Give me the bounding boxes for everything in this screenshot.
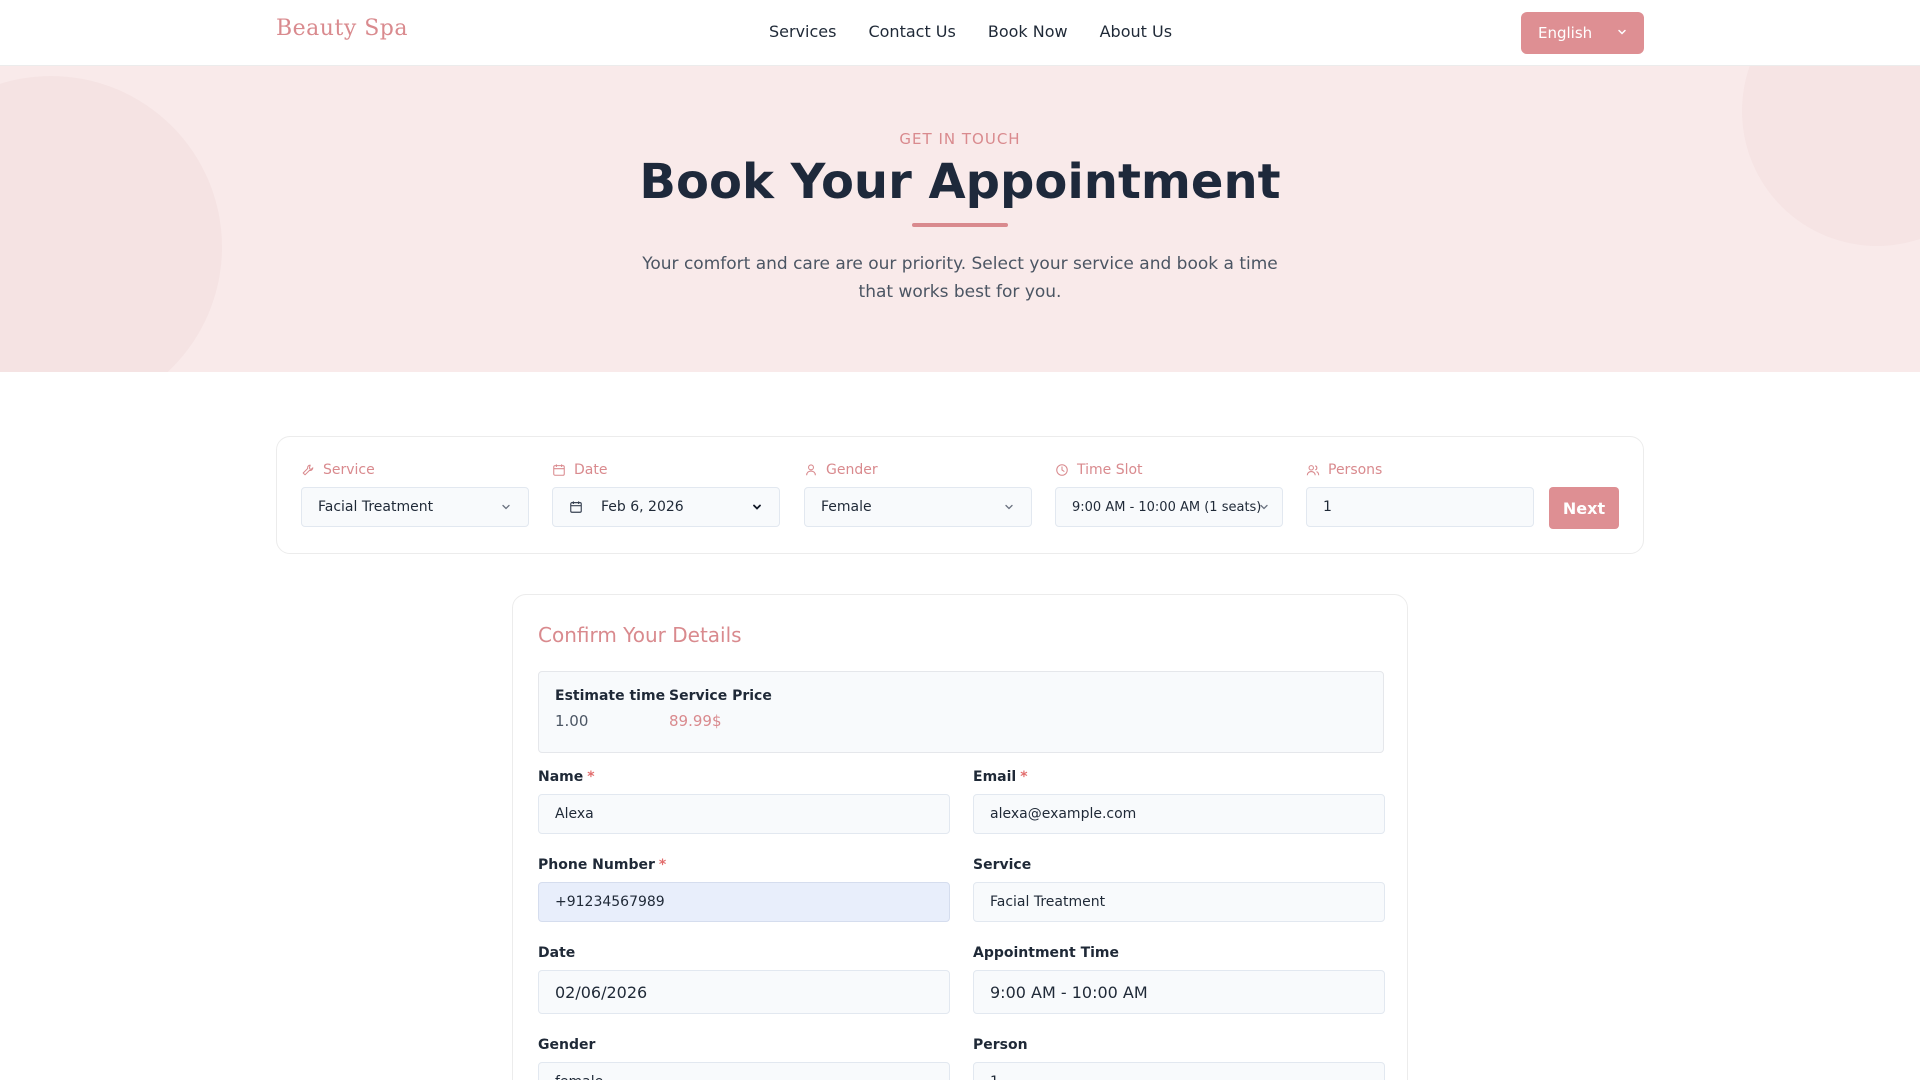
date-field: Date 02/06/2026 (538, 945, 950, 1014)
booking-gender-label: Gender (826, 462, 878, 478)
phone-input[interactable]: +91234567989 (538, 882, 950, 922)
chevron-down-icon (753, 504, 761, 510)
required-marker: * (587, 769, 595, 785)
language-label: English (1538, 24, 1593, 42)
wrench-icon (302, 464, 314, 476)
chevron-down-icon (1618, 29, 1626, 35)
booking-time-slot-label: Time Slot (1077, 462, 1143, 478)
gender-select[interactable]: Female (804, 487, 1032, 527)
persons-input[interactable]: 1 (1306, 487, 1534, 527)
nav-services[interactable]: Services (769, 22, 836, 41)
site-header: Beauty Spa Services Contact Us Book Now … (0, 0, 1920, 66)
service-price: Service Price 89.99$ (669, 688, 772, 730)
required-marker: * (1020, 769, 1028, 785)
language-select[interactable]: English (1521, 12, 1644, 54)
person-input[interactable]: 1 (973, 1062, 1385, 1080)
brand-logo[interactable]: Beauty Spa (276, 16, 408, 41)
appointment-time-field: Appointment Time 9:00 AM - 10:00 AM (973, 945, 1385, 1014)
booking-service-label: Service (323, 462, 375, 478)
required-marker: * (658, 857, 667, 873)
service-price-value: 89.99$ (669, 712, 722, 730)
appointment-time-input[interactable]: 9:00 AM - 10:00 AM (973, 970, 1385, 1014)
phone-field: Phone Number * +91234567989 (538, 857, 950, 922)
email-input[interactable]: alexa@example.com (973, 794, 1385, 834)
service-field: Service Facial Treatment (973, 857, 1385, 922)
date-picker[interactable]: Feb 6, 2026 (552, 487, 780, 527)
title-underline (912, 223, 1008, 227)
person-field: Person 1 (973, 1037, 1385, 1080)
main-nav: Services Contact Us Book Now About Us (769, 22, 1172, 41)
booking-date-label: Date (574, 462, 608, 478)
date-input[interactable]: 02/06/2026 (538, 970, 950, 1014)
persons-input-value: 1 (1323, 499, 1332, 515)
users-icon (1306, 465, 1320, 476)
confirm-details-card: Confirm Your Details Estimate time 1.00 … (512, 594, 1408, 1080)
service-select[interactable]: Facial Treatment (301, 487, 529, 527)
hero-section: GET IN TOUCH Book Your Appointment Your … (0, 66, 1920, 372)
chevron-down-icon (1260, 504, 1268, 510)
chevron-down-icon (1005, 504, 1013, 510)
booking-date-field: Date Feb 6, 2026 (552, 461, 780, 527)
booking-time-slot-field: Time Slot 9:00 AM - 10:00 AM (1 seats) (1055, 461, 1283, 527)
name-field: Name * Alexa (538, 769, 950, 834)
nav-book-now[interactable]: Book Now (988, 22, 1068, 41)
details-title: Confirm Your Details (538, 623, 742, 647)
booking-persons-field: Persons 1 (1306, 461, 1534, 527)
gender-select-value: Female (821, 499, 872, 515)
estimate-time: Estimate time 1.00 (555, 688, 666, 730)
hero-subtitle: Your comfort and care are our priority. … (642, 254, 1278, 302)
hero-eyebrow: GET IN TOUCH (899, 130, 1021, 148)
decor-circle-left (0, 76, 222, 372)
booking-persons-label: Persons (1328, 462, 1383, 478)
gender-field: Gender female (538, 1037, 950, 1080)
gender-input[interactable]: female (538, 1062, 950, 1080)
time-slot-select[interactable]: 9:00 AM - 10:00 AM (1 seats) (1055, 487, 1283, 527)
service-summary: Estimate time 1.00 Service Price 89.99$ (538, 671, 1384, 753)
name-input[interactable]: Alexa (538, 794, 950, 834)
service-input[interactable]: Facial Treatment (973, 882, 1385, 922)
estimate-time-value: 1.00 (555, 712, 589, 730)
email-field: Email * alexa@example.com (973, 769, 1385, 834)
next-button[interactable]: Next (1549, 487, 1619, 529)
date-picker-value: Feb 6, 2026 (601, 499, 684, 515)
booking-service-field: Service Facial Treatment (301, 461, 529, 527)
booking-bar: Service Facial Treatment Date Feb 6, 202… (276, 436, 1644, 554)
user-icon (806, 464, 816, 476)
nav-contact-us[interactable]: Contact Us (868, 22, 955, 41)
clock-icon (1056, 464, 1068, 476)
chevron-down-icon (502, 504, 510, 510)
calendar-icon (570, 501, 582, 513)
booking-gender-field: Gender Female (804, 461, 1032, 527)
service-select-value: Facial Treatment (318, 499, 434, 515)
page-title: Book Your Appointment (639, 154, 1281, 210)
calendar-icon (553, 464, 565, 476)
nav-about-us[interactable]: About Us (1100, 22, 1172, 41)
time-slot-select-value: 9:00 AM - 10:00 AM (1 seats) (1072, 499, 1262, 515)
